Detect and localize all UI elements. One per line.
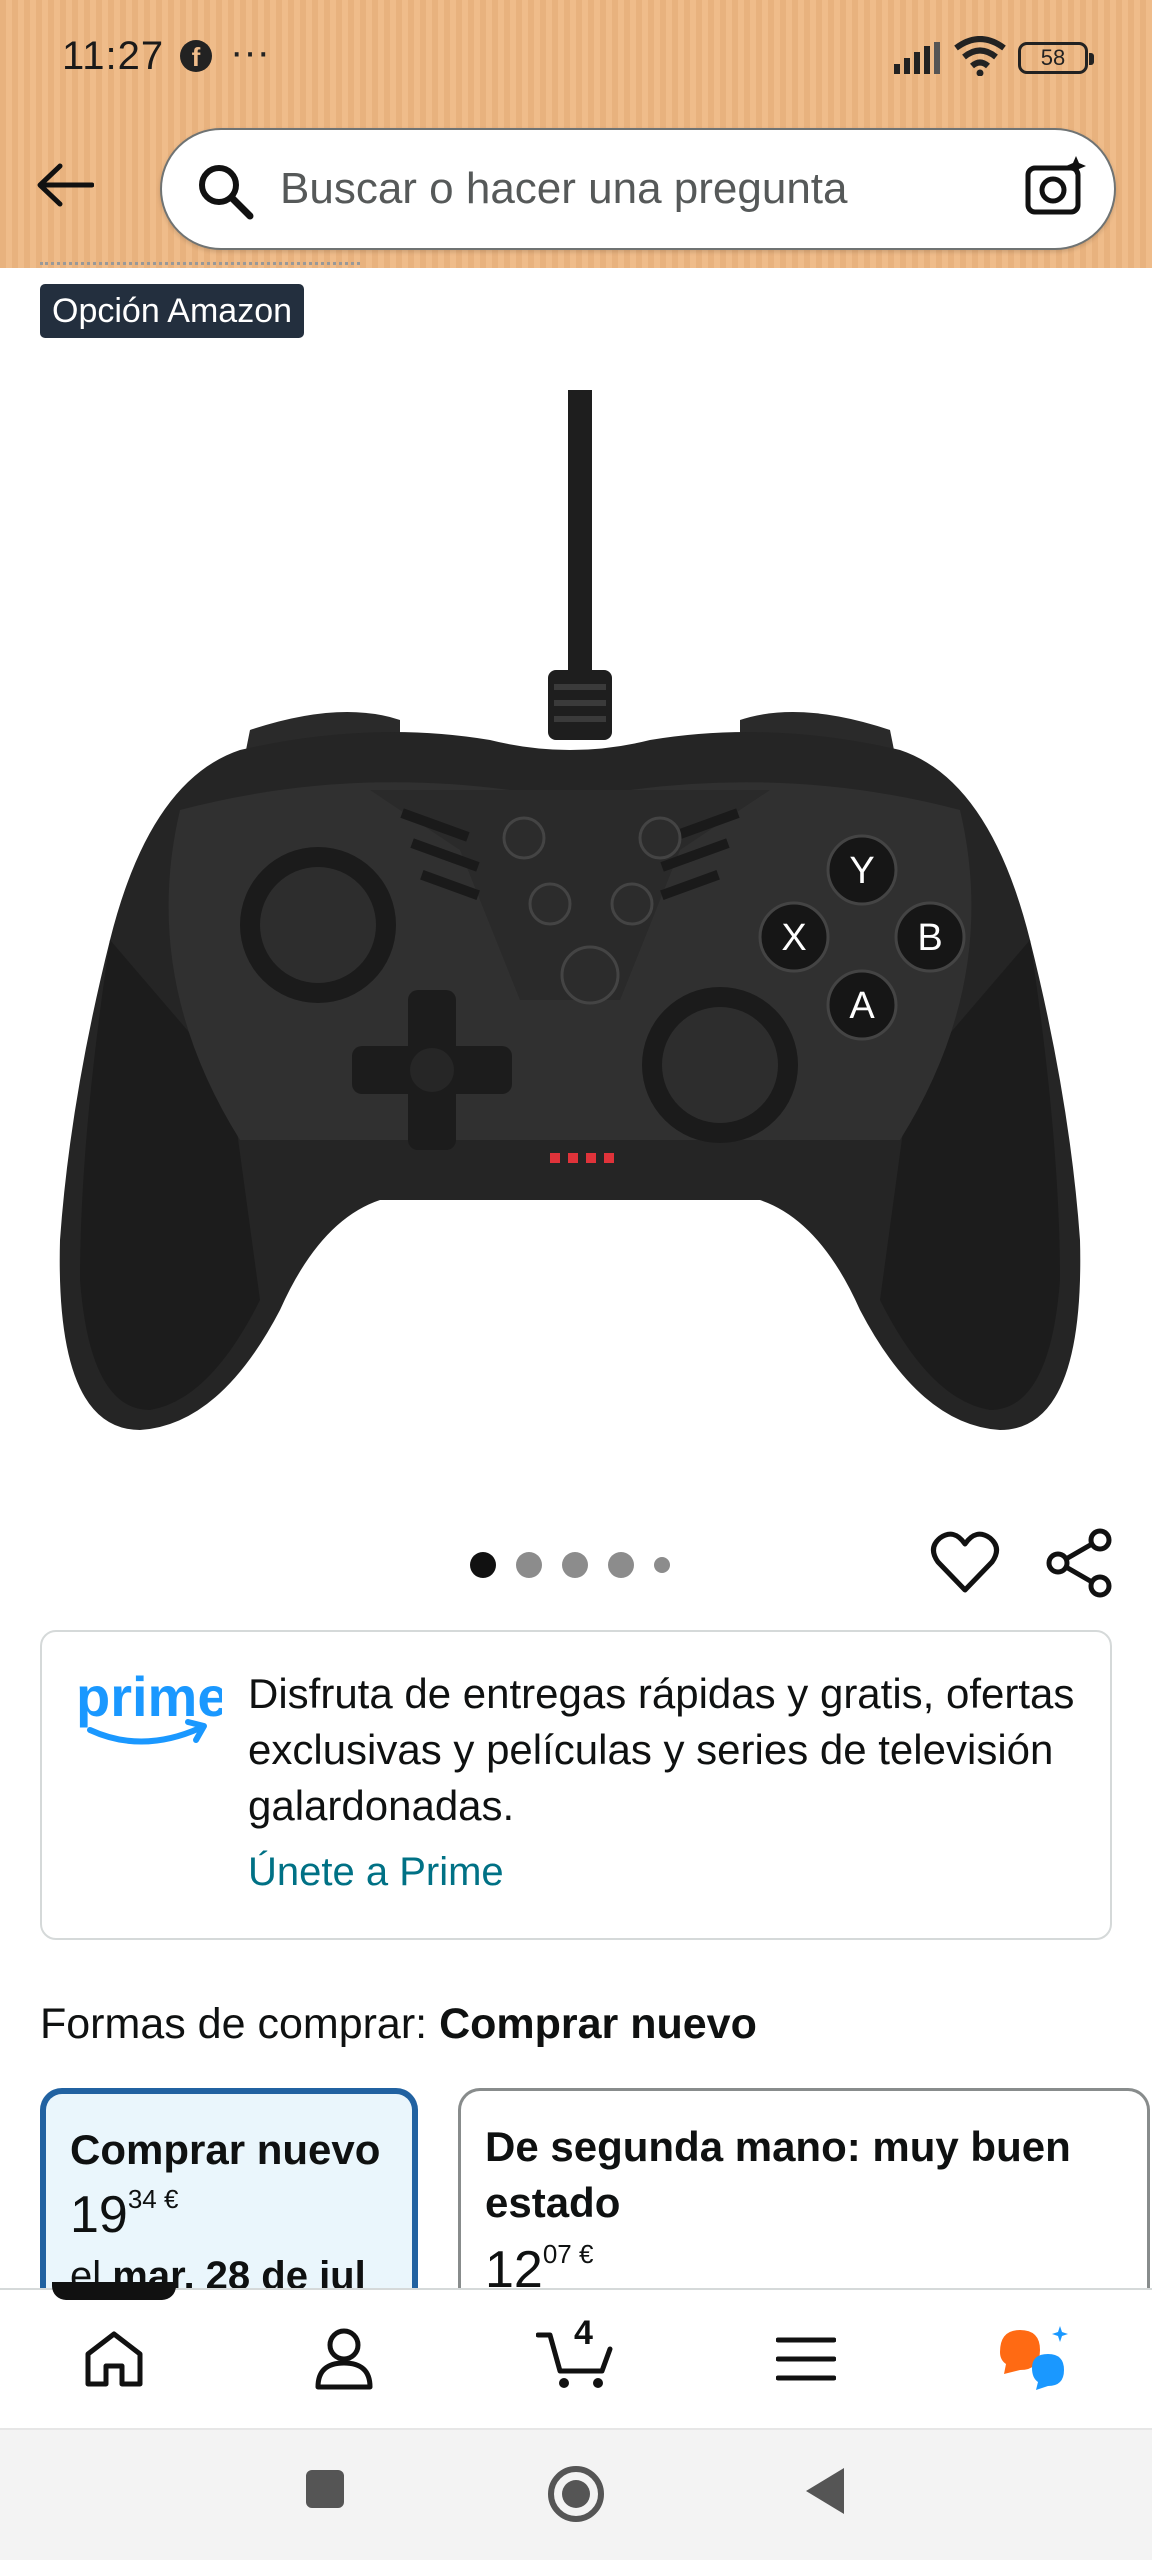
more-notifications-icon: ··· <box>230 30 270 74</box>
back-triangle-icon[interactable] <box>800 2464 850 2518</box>
search-input[interactable]: Buscar o hacer una pregunta <box>160 128 1116 250</box>
camera-search-icon[interactable] <box>1022 154 1088 220</box>
app-header: 11:27 f ··· 58 Buscar o hacer una pregun… <box>0 0 1152 268</box>
nav-cart[interactable]: 4 <box>506 2290 646 2428</box>
status-time: 11:27 <box>62 34 165 78</box>
prime-promo-card: prime Disfruta de entregas rápidas y gra… <box>40 1630 1112 1940</box>
buying-options-label: Formas de comprar: <box>40 2000 428 2048</box>
home-circle-icon[interactable] <box>546 2464 606 2524</box>
prime-description: Disfruta de entregas rápidas y gratis, o… <box>248 1670 1075 1829</box>
heart-icon[interactable] <box>930 1528 1000 1598</box>
share-icon[interactable] <box>1044 1528 1114 1598</box>
join-prime-link[interactable]: Únete a Prime <box>248 1850 504 1895</box>
offer-title: De segunda mano: muy buen estado <box>485 2123 1071 2226</box>
nav-home[interactable] <box>44 2290 184 2428</box>
signal-icon <box>894 42 940 74</box>
carousel-dot[interactable] <box>608 1552 634 1578</box>
carousel-dot[interactable] <box>516 1552 542 1578</box>
account-icon <box>315 2328 373 2390</box>
amazon-choice-badge: Opción Amazon <box>40 284 305 338</box>
nav-menu[interactable] <box>736 2290 876 2428</box>
cut-off-rating-row <box>40 262 360 268</box>
carousel-dot[interactable] <box>470 1552 496 1578</box>
price-fraction: 34 <box>127 2184 157 2214</box>
status-bar: 11:27 f ··· 58 <box>0 0 1152 110</box>
nav-account[interactable] <box>274 2290 414 2428</box>
facebook-icon: f <box>180 40 212 72</box>
back-arrow-icon <box>37 163 94 207</box>
price-currency: € <box>164 2184 179 2214</box>
offer-title: Comprar nuevo <box>70 2126 381 2173</box>
menu-icon <box>776 2337 836 2381</box>
price-fraction: 07 <box>542 2239 572 2269</box>
game-controller-image[interactable]: Y X B A <box>40 380 1100 1460</box>
svg-text:X: X <box>781 917 806 959</box>
recents-square-icon[interactable] <box>300 2464 350 2514</box>
nav-rufus-assistant[interactable] <box>966 2290 1106 2428</box>
home-icon <box>85 2331 143 2387</box>
carousel-dot[interactable] <box>562 1552 588 1578</box>
back-button[interactable] <box>30 150 100 220</box>
price-currency: € <box>579 2239 594 2269</box>
search-placeholder: Buscar o hacer una pregunta <box>280 164 848 213</box>
search-icon <box>199 165 254 220</box>
prime-logo-text: prime <box>76 1668 222 1728</box>
system-navigation-bar <box>0 2428 1152 2560</box>
offer-price: 1934 € <box>70 2184 178 2245</box>
bottom-navigation: 4 <box>0 2288 1152 2426</box>
offer-card-used[interactable]: De segunda mano: muy buen estado 1207 € <box>458 2088 1150 2318</box>
buying-options-selected: Comprar nuevo <box>439 2000 757 2048</box>
image-carousel-indicator[interactable] <box>470 1550 670 1580</box>
price-whole: 19 <box>70 2186 128 2244</box>
scroll-handle <box>52 2282 176 2300</box>
svg-text:A: A <box>849 985 875 1027</box>
svg-text:B: B <box>917 917 942 959</box>
battery-icon: 58 <box>1018 42 1094 74</box>
wifi-icon <box>954 36 1006 76</box>
svg-text:Y: Y <box>849 850 874 892</box>
cart-count: 4 <box>574 2314 593 2352</box>
prime-logo: prime <box>76 1668 222 1745</box>
buying-options-heading: Formas de comprar: Comprar nuevo <box>40 2000 757 2049</box>
rufus-assistant-icon <box>1000 2326 1068 2390</box>
carousel-dot[interactable] <box>654 1557 670 1573</box>
